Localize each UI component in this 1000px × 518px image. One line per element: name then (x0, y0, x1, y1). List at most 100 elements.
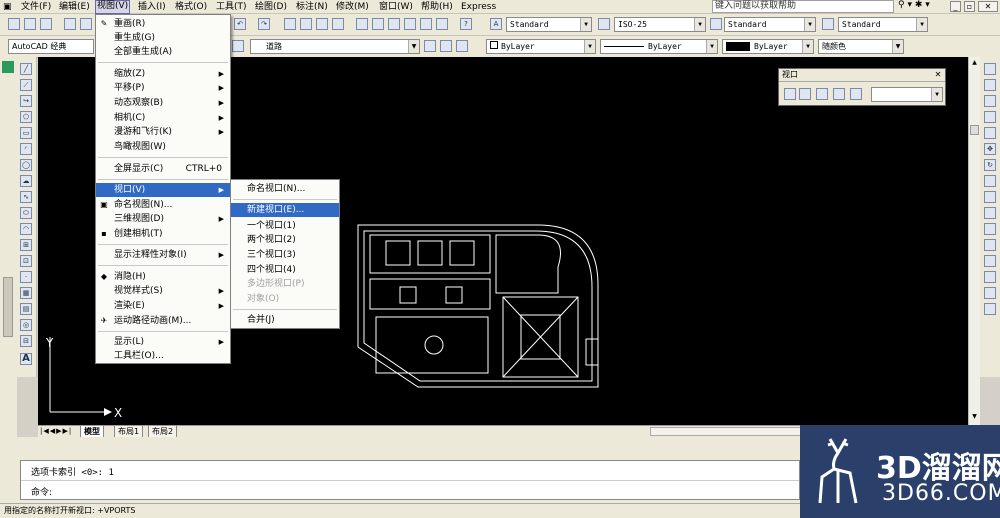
minimize-icon[interactable]: _ (950, 1, 961, 12)
menu-item-render[interactable]: 渲染(E) ▶ (96, 299, 230, 313)
make-block-icon[interactable]: ⊡ (20, 255, 32, 267)
command-prompt[interactable]: 命令: (31, 485, 52, 498)
convert-object-viewport-icon[interactable] (833, 88, 845, 100)
mirror-icon[interactable] (984, 95, 996, 107)
menu-item-regen-all[interactable]: 全部重生成(A) (96, 45, 230, 59)
insert-block-icon[interactable]: ⊞ (20, 239, 32, 251)
polygon-icon[interactable]: ⬠ (20, 111, 32, 123)
ellipse-arc-icon[interactable]: ◠ (20, 223, 32, 235)
menu-express[interactable]: Express (460, 1, 497, 13)
menu-window[interactable]: 窗口(W) (378, 1, 414, 13)
redo-icon[interactable]: ↷ (258, 18, 270, 30)
multiline-text-icon[interactable]: A (20, 353, 32, 365)
text-style-select[interactable]: Standard ▼ (506, 17, 592, 32)
scroll-thumb[interactable] (970, 125, 979, 135)
region-icon[interactable]: ◎ (20, 319, 32, 331)
menu-item-walk-fly[interactable]: 漫游和飞行(K) ▶ (96, 125, 230, 139)
menu-modify[interactable]: 修改(M) (335, 1, 370, 13)
design-center-icon[interactable] (372, 18, 384, 30)
color-select[interactable]: ByLayer ▼ (486, 39, 596, 54)
trim-icon[interactable] (984, 207, 996, 219)
menu-item-toolbars[interactable]: 工具栏(O)... (96, 349, 230, 363)
menu-edit[interactable]: 编辑(E) (58, 1, 91, 13)
make-current-layer-icon[interactable] (424, 40, 436, 52)
tab-nav-arrows[interactable]: |◀◀▶▶| (40, 427, 72, 435)
point-icon[interactable]: · (20, 271, 32, 283)
layer-select[interactable]: 道路 ▼ (250, 39, 420, 54)
menu-item-named-viewports[interactable]: 命名视口(N)... (231, 182, 339, 196)
app-icon[interactable]: ▣ (2, 1, 12, 13)
menu-item-four-viewports[interactable]: 四个视口(4) (231, 263, 339, 277)
menu-item-camera[interactable]: 相机(C) ▶ (96, 111, 230, 125)
viewports-toolbar[interactable]: 视口 ✕ ▼ (778, 68, 946, 106)
restore-icon[interactable]: ▫ (964, 1, 975, 12)
array-icon[interactable] (984, 127, 996, 139)
menu-item-named-views[interactable]: ▣ 命名视图(N)... (96, 198, 230, 212)
join-icon[interactable] (984, 255, 996, 267)
table-style-select[interactable]: Standard ▼ (724, 17, 816, 32)
spline-icon[interactable]: ∿ (20, 191, 32, 203)
break-icon[interactable] (984, 239, 996, 251)
multileader-style-select[interactable]: Standard ▼ (838, 17, 928, 32)
dashboard-icon[interactable] (2, 61, 14, 73)
viewports-dialog-icon[interactable] (784, 88, 796, 100)
undo-icon[interactable]: ↶ (234, 18, 246, 30)
scale-icon[interactable] (984, 175, 996, 187)
save-icon[interactable] (40, 18, 52, 30)
clip-viewport-icon[interactable] (850, 88, 862, 100)
menu-item-hide[interactable]: ◆ 消隐(H) (96, 270, 230, 284)
table-icon[interactable]: ⊟ (20, 335, 32, 347)
menu-insert[interactable]: 插入(I) (137, 1, 167, 13)
menu-item-visual-styles[interactable]: 视觉样式(S) ▶ (96, 284, 230, 298)
layer-states-icon[interactable] (456, 40, 468, 52)
scroll-down-icon[interactable]: ▼ (970, 413, 979, 422)
markup-icon[interactable] (420, 18, 432, 30)
help-icon[interactable]: ? (460, 18, 472, 30)
viewport-scale-select[interactable]: ▼ (871, 87, 943, 102)
scroll-up-icon[interactable]: ▲ (970, 59, 979, 68)
menu-view[interactable]: 视图(V) (95, 0, 131, 14)
close-icon[interactable]: ✕ (978, 1, 998, 12)
menu-tools[interactable]: 工具(T) (215, 1, 248, 13)
menu-item-two-viewports[interactable]: 两个视口(2) (231, 233, 339, 247)
menu-item-3d-views[interactable]: 三维视图(D) ▶ (96, 212, 230, 226)
extend-icon[interactable] (984, 223, 996, 235)
polyline-icon[interactable]: ↪ (20, 95, 32, 107)
zoom-window-icon[interactable] (316, 18, 328, 30)
menu-dimension[interactable]: 标注(N) (295, 1, 329, 13)
dim-style-select[interactable]: ISO-25 ▼ (614, 17, 706, 32)
layer-previous-icon[interactable] (440, 40, 452, 52)
properties-palette-tab[interactable] (3, 277, 13, 337)
menu-help[interactable]: 帮助(H) (420, 1, 454, 13)
workspace-select[interactable]: AutoCAD 经典 (8, 39, 94, 54)
chamfer-icon[interactable] (984, 271, 996, 283)
menu-item-viewports[interactable]: 视口(V) ▶ (96, 183, 230, 197)
close-icon[interactable]: ✕ (933, 70, 943, 80)
move-icon[interactable]: ✥ (984, 143, 996, 155)
open-file-icon[interactable] (24, 18, 36, 30)
circle-icon[interactable]: ◯ (20, 159, 32, 171)
pan-icon[interactable] (284, 18, 296, 30)
menu-item-one-viewport[interactable]: 一个视口(1) (231, 219, 339, 233)
menu-item-motion-path[interactable]: ✈ 运动路径动画(M)... (96, 314, 230, 328)
vertical-scrollbar[interactable]: ▲ ▼ (968, 57, 980, 425)
menu-item-zoom[interactable]: 缩放(Z) ▶ (96, 67, 230, 81)
layer-manager-icon[interactable] (232, 40, 244, 52)
rotate-icon[interactable]: ↻ (984, 159, 996, 171)
construction-line-icon[interactable]: ⟋ (20, 79, 32, 91)
sheet-set-icon[interactable] (404, 18, 416, 30)
line-icon[interactable]: ╱ (20, 63, 32, 75)
zoom-previous-icon[interactable] (332, 18, 344, 30)
offset-icon[interactable] (984, 111, 996, 123)
lineweight-select[interactable]: ByLayer ▼ (722, 39, 814, 54)
menu-file[interactable]: 文件(F) (20, 1, 52, 13)
single-viewport-icon[interactable] (799, 88, 811, 100)
stretch-icon[interactable] (984, 191, 996, 203)
revision-cloud-icon[interactable]: ☁ (20, 175, 32, 187)
menu-format[interactable]: 格式(O) (174, 1, 208, 13)
erase-icon[interactable] (984, 63, 996, 75)
menu-item-aerial-view[interactable]: 鸟瞰视图(W) (96, 140, 230, 154)
new-file-icon[interactable] (8, 18, 20, 30)
gradient-icon[interactable]: ▤ (20, 303, 32, 315)
preview-icon[interactable] (80, 18, 92, 30)
